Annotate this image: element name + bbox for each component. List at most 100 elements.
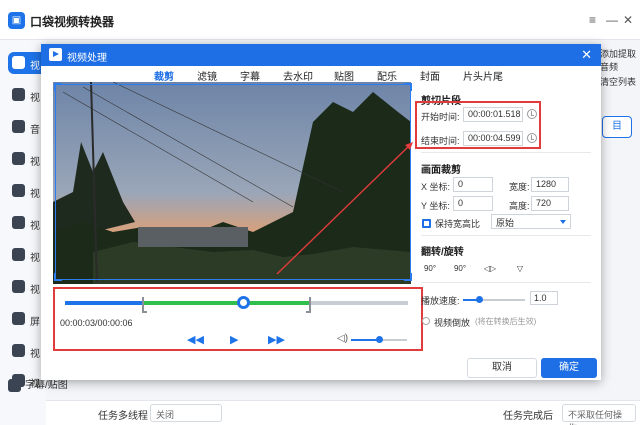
video-icon [12,184,25,197]
multitask-select[interactable]: 关闭 [150,404,222,422]
reverse-label: 视频倒放 [434,318,471,328]
sidebar-item-label: 视 [30,93,40,104]
width-label: 宽度: [509,182,530,192]
volume-slider[interactable] [351,336,407,343]
video-icon [12,216,25,229]
crop-frame[interactable] [54,83,412,281]
play-icon[interactable]: ▶ [230,333,238,346]
volume-knob[interactable] [376,336,383,343]
sidebar-item-label: 视 [30,285,40,296]
timeline-track[interactable] [65,296,408,313]
rewind-icon[interactable]: ◀◀ [187,333,204,346]
y-coord-label: Y 坐标: [421,201,450,211]
video-icon [12,280,25,293]
output-dir-button[interactable]: 目 [602,116,632,138]
close-app-icon[interactable]: ✕ [623,13,633,27]
video-convert-icon [12,56,25,69]
video-icon [12,152,25,165]
volume-fill [351,339,379,341]
sidebar-item-label: 屏 [30,317,40,328]
app-titlebar: ▣ 口袋视频转换器 ≡ — ✕ [0,0,640,40]
sidebar-item-label: 视 [30,189,40,200]
sidebar-item-label: 视 [30,157,40,168]
crop-handle-top-left[interactable] [54,83,62,91]
bottom-bar: 任务多线程 关闭 任务完成后 不采取任何操作 [46,400,640,425]
video-processing-dialog: 视频处理 ✕ 裁剪 滤镜 字幕 去水印 贴图 配乐 封面 片头片尾 00:00:… [41,44,601,380]
x-coord-label: X 坐标: [421,182,451,192]
timecode: 00:00:03/00:00:06 [60,318,133,328]
clip-start-handle[interactable] [141,297,147,313]
video-icon [12,248,25,261]
app-title: 口袋视频转换器 [30,15,115,29]
clip-time-highlight-box [415,101,541,149]
close-icon[interactable]: ✕ [581,47,592,63]
crop-section-title: 画面裁剪 [421,165,461,176]
tab-music[interactable]: 配乐 [377,68,397,83]
crop-handle-top-right[interactable] [404,83,412,91]
height-input[interactable]: 720 [531,196,569,211]
sidebar-item-label: 视 [30,253,40,264]
tab-cover[interactable]: 封面 [420,68,440,83]
screen-record-icon [12,312,25,325]
x-coord-input[interactable]: 0 [453,177,493,192]
crop-handle-bottom-left[interactable] [54,273,62,281]
reverse-note: (将在转换后生效) [475,317,537,326]
chevron-down-icon [560,220,566,224]
sidebar-item-label: 视 [30,221,40,232]
divider [421,152,591,153]
tab-filter[interactable]: 滤镜 [197,68,217,83]
width-input[interactable]: 1280 [531,177,569,192]
speed-input[interactable]: 1.0 [530,291,558,305]
fast-forward-icon[interactable]: ▶▶ [268,333,285,346]
tab-subtitle[interactable]: 字幕 [240,68,260,83]
sidebar-item-label: 视 [30,61,40,72]
video-play-icon [49,48,62,61]
divider [421,282,591,283]
crop-handle-bottom-right[interactable] [404,273,412,281]
multitask-label: 任务多线程 [98,411,148,422]
volume-icon[interactable]: ◁) [337,333,348,344]
subtitle-icon [8,378,21,392]
divider [421,235,591,236]
after-task-select[interactable]: 不采取任何操作 [562,404,636,425]
dialog-titlebar: 视频处理 ✕ [41,44,601,66]
playhead-thumb[interactable] [237,296,251,309]
tab-sticker[interactable]: 贴图 [334,68,354,83]
sidebar-item-label: 视 [30,349,40,360]
tab-intro-outro[interactable]: 片头片尾 [463,68,503,83]
confirm-button[interactable]: 确定 [541,358,597,378]
timeline-played [65,301,144,305]
audio-icon [12,120,25,133]
cancel-button[interactable]: 取消 [467,358,537,378]
flip-horizontal-icon[interactable]: ◁▷ [481,262,499,276]
reverse-checkbox[interactable] [422,317,430,325]
sidebar: 视 视 音 视 视 视 视 视 屏 视 视 [0,40,46,425]
rotate-section-title: 翻转/旋转 [421,247,464,258]
speed-slider[interactable] [463,296,525,303]
tab-remove-watermark[interactable]: 去水印 [283,68,313,83]
rotate-right-icon[interactable]: 90° [451,262,469,276]
height-label: 高度: [509,201,530,211]
after-task-label: 任务完成后 [503,411,553,422]
video-icon [12,88,25,101]
flip-vertical-icon[interactable]: ▽ [511,262,529,276]
speed-knob[interactable] [475,296,483,303]
dialog-title: 视频处理 [67,53,107,64]
add-extract-audio-text[interactable]: 添加提取音频 [600,47,640,73]
clear-list-text[interactable]: 清空列表 [600,75,640,88]
y-coord-input[interactable]: 0 [453,196,493,211]
clip-range [143,301,309,305]
sidebar-item-label: 音 [30,125,40,136]
rotate-left-icon[interactable]: 90° [421,262,439,276]
keep-ratio-label: 保持宽高比 [435,219,481,229]
tab-crop[interactable]: 裁剪 [154,68,174,83]
ratio-select[interactable]: 原始 [491,214,571,229]
clip-end-handle[interactable] [305,297,311,313]
keep-ratio-checkbox[interactable] [422,219,431,228]
ratio-select-value: 原始 [496,218,515,228]
video-icon [12,344,25,357]
menu-icon[interactable]: ≡ [589,13,596,27]
sidebar-item-label: 字幕/贴图 [25,380,68,391]
speed-label: 播放速度: [421,296,460,306]
minimize-icon[interactable]: — [606,13,618,27]
